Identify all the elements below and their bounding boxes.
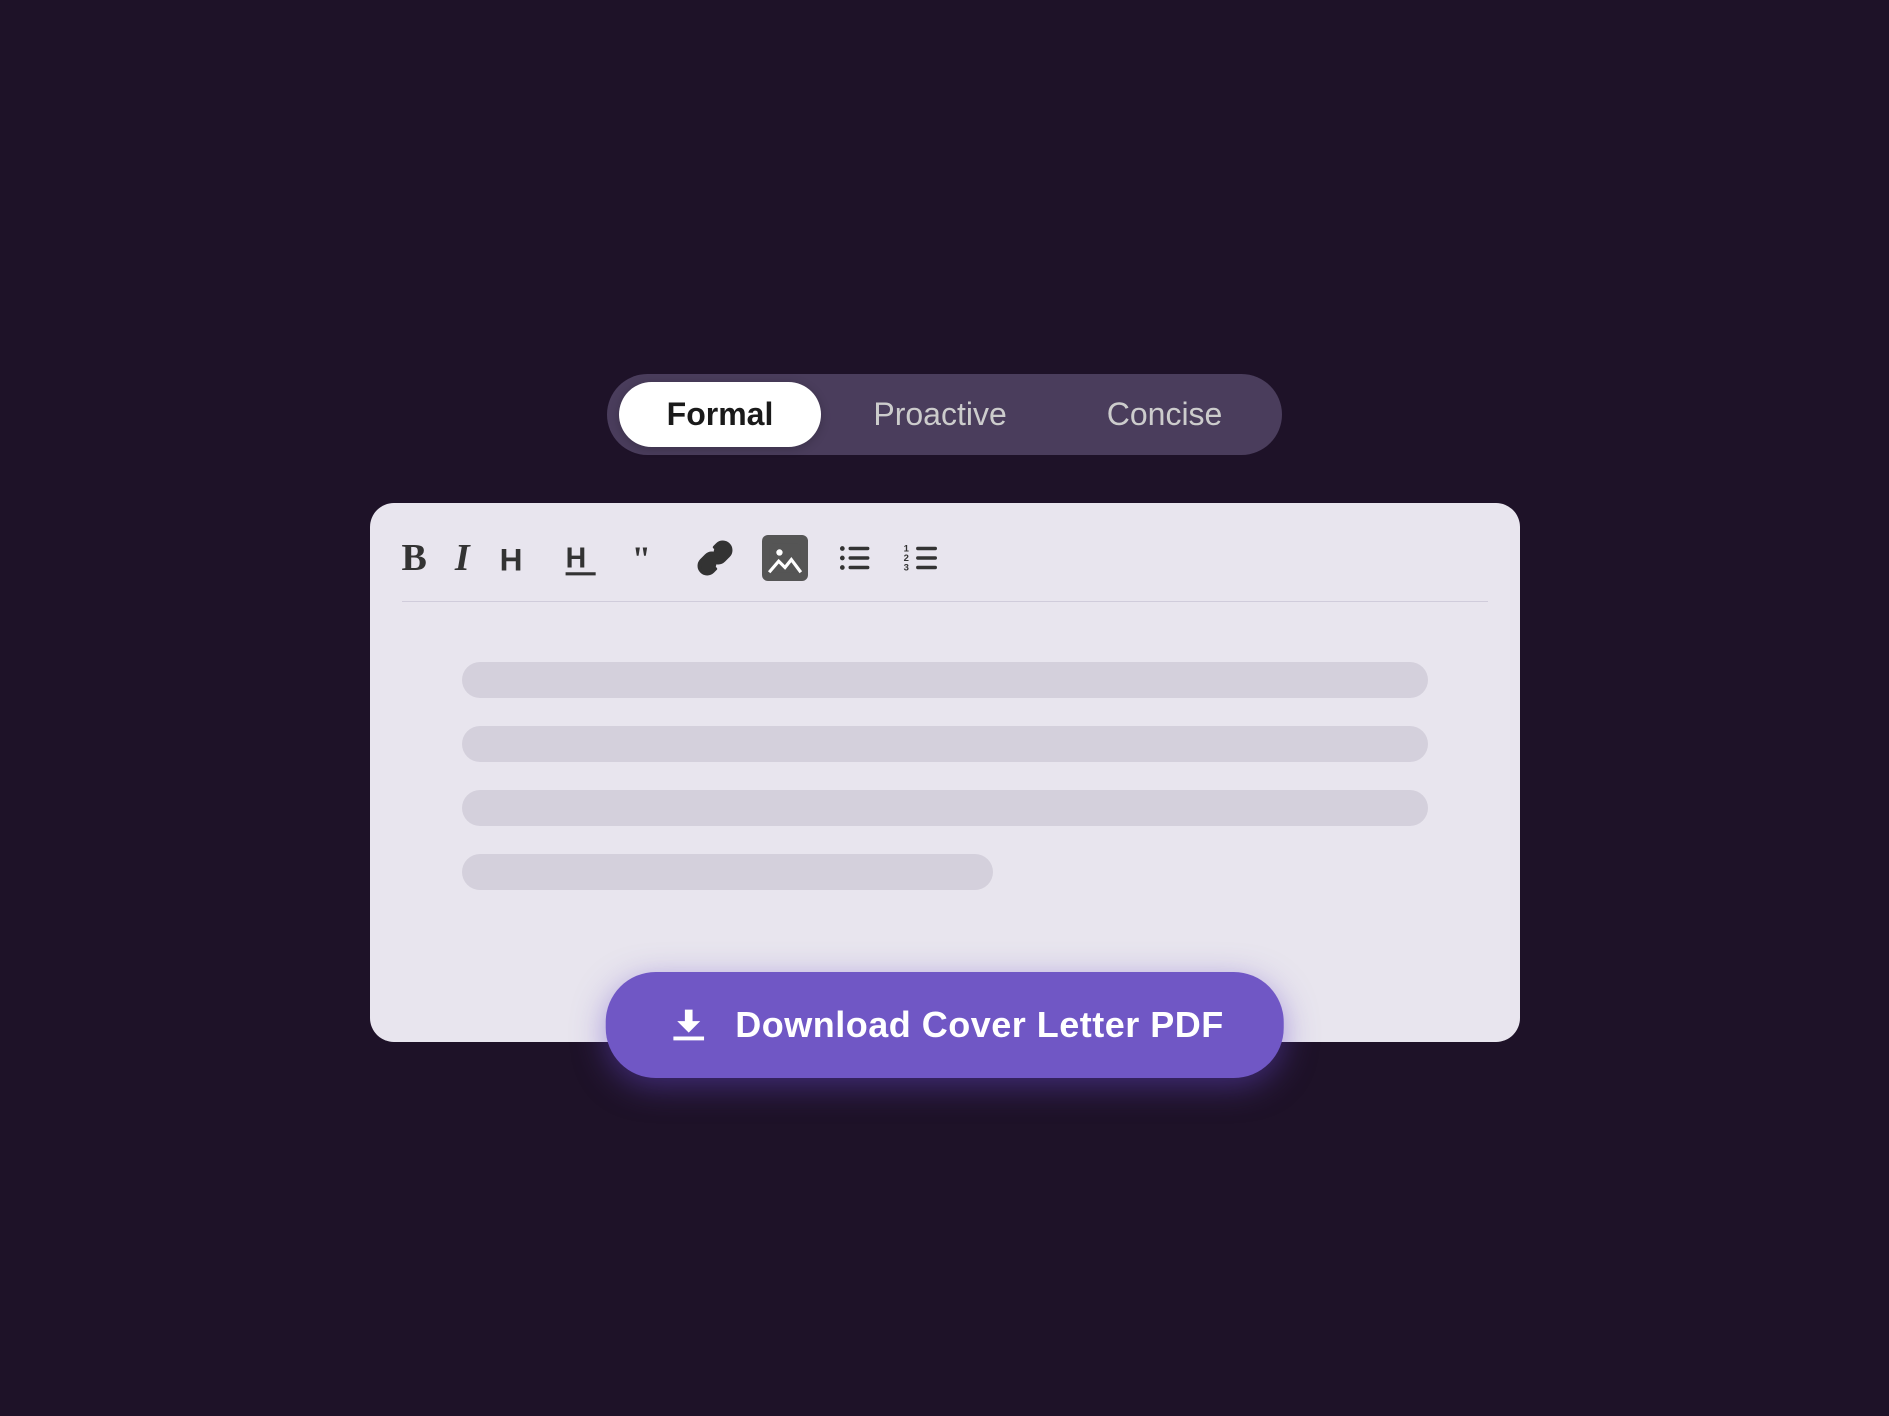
bold-button[interactable]: B (402, 539, 427, 577)
link-button[interactable] (696, 539, 734, 577)
svg-text:H: H (565, 543, 586, 575)
page-container: Formal Proactive Concise B I H H (345, 374, 1545, 1042)
bullet-list-button[interactable] (836, 539, 874, 577)
svg-text:H: H (499, 542, 522, 577)
svg-text:": " (631, 540, 650, 577)
editor-toolbar: B I H H " (402, 535, 1488, 602)
toggle-proactive[interactable]: Proactive (825, 382, 1054, 447)
image-button[interactable] (762, 535, 808, 581)
quote-button[interactable]: " (630, 539, 668, 577)
italic-button[interactable]: I (455, 539, 470, 577)
skeleton-line (462, 726, 1428, 762)
download-icon (665, 1002, 711, 1048)
skeleton-line (462, 854, 993, 890)
heading1-button[interactable]: H (498, 539, 536, 577)
download-button-label: Download Cover Letter PDF (735, 1004, 1224, 1046)
content-area[interactable] (402, 642, 1488, 1010)
toggle-formal[interactable]: Formal (619, 382, 822, 447)
editor-card: B I H H " (370, 503, 1520, 1042)
skeleton-line (462, 790, 1428, 826)
download-pdf-button[interactable]: Download Cover Letter PDF (605, 972, 1284, 1078)
skeleton-line (462, 662, 1428, 698)
svg-text:3: 3 (903, 563, 908, 574)
toggle-concise[interactable]: Concise (1059, 382, 1271, 447)
numbered-list-button[interactable]: 1 2 3 (902, 539, 940, 577)
heading2-button[interactable]: H (564, 539, 602, 577)
tone-toggle-bar: Formal Proactive Concise (607, 374, 1283, 455)
